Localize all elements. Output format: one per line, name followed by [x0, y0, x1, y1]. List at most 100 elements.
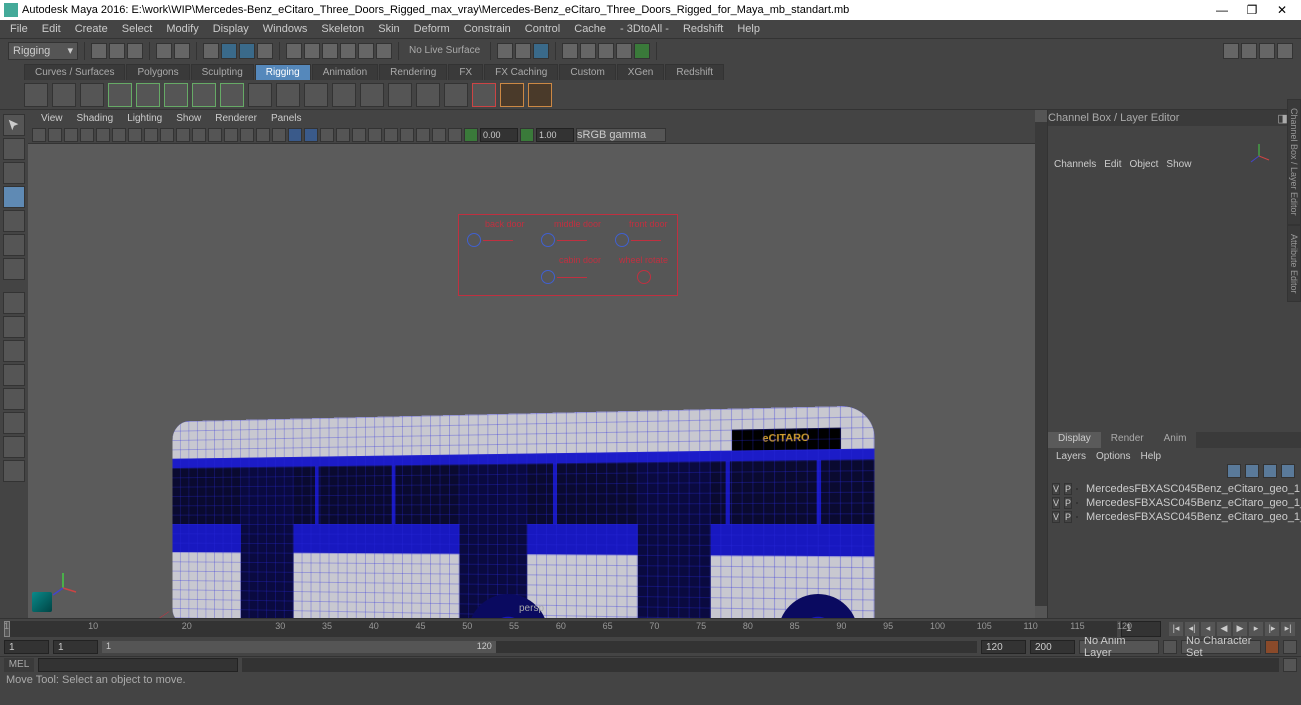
textured-icon[interactable] [224, 128, 238, 142]
layout-persp-icon[interactable] [3, 412, 25, 434]
layer-tab-anim[interactable]: Anim [1154, 432, 1197, 448]
render-view-icon[interactable] [562, 43, 578, 59]
rig-controls-panel[interactable]: back door middle door front door cabin d… [458, 214, 678, 296]
exposure-input[interactable] [480, 128, 518, 142]
layer-playback-toggle[interactable]: P [1064, 497, 1072, 509]
maximize-button[interactable]: ❐ [1237, 3, 1267, 17]
paint-select-tool[interactable] [3, 162, 25, 184]
new-layer-selected-icon[interactable] [1281, 464, 1295, 478]
shelf-tab-animation[interactable]: Animation [312, 64, 378, 80]
panel-menu-view[interactable]: View [36, 113, 68, 124]
rig-cabin-door-control[interactable] [541, 270, 555, 284]
shelf-tab-sculpting[interactable]: Sculpting [191, 64, 254, 80]
layout-two-v-icon[interactable] [3, 364, 25, 386]
lock-camera-icon[interactable] [48, 128, 62, 142]
script-editor-icon[interactable] [1283, 658, 1297, 672]
shelf-tab-curvessurfaces[interactable]: Curves / Surfaces [24, 64, 125, 80]
shelf-tab-redshift[interactable]: Redshift [665, 64, 724, 80]
menu-select[interactable]: Select [116, 22, 159, 36]
toggle-renderer-icon[interactable] [634, 43, 650, 59]
grease-icon[interactable] [112, 128, 126, 142]
ipr-icon[interactable] [533, 43, 549, 59]
layer-row[interactable]: V P MercedesFBXASC045Benz_eCitaro_geo_1_… [1048, 510, 1301, 524]
shelf-ik-icon[interactable] [108, 83, 132, 107]
scroll-down-icon[interactable] [1035, 606, 1047, 618]
layer-tab-display[interactable]: Display [1048, 432, 1101, 448]
attribute-editor-icon[interactable] [1241, 43, 1257, 59]
expose-icon[interactable] [384, 128, 398, 142]
play-back-icon[interactable]: ◀ [1217, 622, 1231, 636]
range-end-input[interactable] [1030, 640, 1075, 654]
rig-front-door-control[interactable] [615, 233, 629, 247]
layer-menu-help[interactable]: Help [1140, 451, 1161, 462]
layer-playback-toggle[interactable]: P [1064, 483, 1072, 495]
time-slider-track[interactable]: 1102030354045505560657075808590951001051… [4, 621, 1117, 637]
snap-plane-icon[interactable] [340, 43, 356, 59]
scroll-up-icon[interactable] [1035, 110, 1047, 122]
step-back-key-icon[interactable]: ◂| [1185, 622, 1199, 636]
panel-menu-show[interactable]: Show [171, 113, 206, 124]
shelf-tab-rendering[interactable]: Rendering [379, 64, 447, 80]
modeling-toolkit-icon[interactable] [1223, 43, 1239, 59]
redo-icon[interactable] [174, 43, 190, 59]
menu-help[interactable]: Help [731, 22, 766, 36]
move-layer-up-icon[interactable] [1227, 464, 1241, 478]
select-mode-icon[interactable] [203, 43, 219, 59]
lasso-tool[interactable] [3, 138, 25, 160]
cb-menu-object[interactable]: Object [1130, 159, 1159, 170]
shelf-ik3-icon[interactable] [164, 83, 188, 107]
shelf-control2-icon[interactable] [528, 83, 552, 107]
viewcube[interactable] [1247, 140, 1271, 164]
range-inner-start-input[interactable] [53, 640, 98, 654]
edge-tab-attributeeditor[interactable]: Attribute Editor [1287, 225, 1301, 303]
step-forward-key-icon[interactable]: |▸ [1265, 622, 1279, 636]
motion-blur-icon[interactable] [336, 128, 350, 142]
auto-key-icon[interactable] [1265, 640, 1279, 654]
menu-control[interactable]: Control [519, 22, 566, 36]
last-tool[interactable] [3, 258, 25, 280]
layer-menu-layers[interactable]: Layers [1056, 451, 1086, 462]
layer-type-toggle[interactable] [1076, 488, 1078, 490]
menu-create[interactable]: Create [69, 22, 114, 36]
2d-pan-icon[interactable] [96, 128, 110, 142]
channel-box-icon[interactable] [1277, 43, 1293, 59]
layer-row[interactable]: V P MercedesFBXASC045Benz_eCitaro_geo_1 [1048, 482, 1301, 496]
shelf-deform3-icon[interactable] [388, 83, 412, 107]
layer-tab-render[interactable]: Render [1101, 432, 1154, 448]
layer-type-toggle[interactable] [1076, 516, 1078, 518]
shelf-ik4-icon[interactable] [192, 83, 216, 107]
anim-layer-dropdown[interactable]: No Anim Layer [1079, 640, 1159, 654]
hypershade-icon[interactable] [598, 43, 614, 59]
panel-menu-panels[interactable]: Panels [266, 113, 307, 124]
resolution-gate-icon[interactable] [160, 128, 174, 142]
render-settings-icon[interactable] [580, 43, 596, 59]
grid-icon[interactable] [128, 128, 142, 142]
layer-row[interactable]: V P MercedesFBXASC045Benz_eCitaro_geo_1_… [1048, 496, 1301, 510]
lights-icon[interactable] [240, 128, 254, 142]
gate-mask-icon[interactable] [176, 128, 190, 142]
menu-cache[interactable]: Cache [568, 22, 612, 36]
ao-icon[interactable] [320, 128, 334, 142]
gamma-input[interactable] [536, 128, 574, 142]
construction-history-icon[interactable] [497, 43, 513, 59]
close-button[interactable]: ✕ [1267, 3, 1297, 17]
range-handle[interactable]: 1 120 [102, 641, 496, 653]
layout-two-icon[interactable] [3, 340, 25, 362]
cb-menu-edit[interactable]: Edit [1104, 159, 1121, 170]
layout-outliner-icon[interactable] [3, 388, 25, 410]
menu-constrain[interactable]: Constrain [458, 22, 517, 36]
xray-joints-icon[interactable] [304, 128, 318, 142]
new-scene-icon[interactable] [91, 43, 107, 59]
menu-edit[interactable]: Edit [36, 22, 67, 36]
menu-redshift[interactable]: Redshift [677, 22, 729, 36]
snap-curve-icon[interactable] [304, 43, 320, 59]
menu-skeleton[interactable]: Skeleton [315, 22, 370, 36]
select-mask2-icon[interactable] [239, 43, 255, 59]
rig-wheel-rotate-control[interactable] [637, 270, 651, 284]
v1-icon[interactable] [400, 128, 414, 142]
shelf-tab-polygons[interactable]: Polygons [126, 64, 189, 80]
select-mask-icon[interactable] [221, 43, 237, 59]
v6-icon[interactable] [520, 128, 534, 142]
shelf-ik5-icon[interactable] [220, 83, 244, 107]
image-plane-icon[interactable] [80, 128, 94, 142]
